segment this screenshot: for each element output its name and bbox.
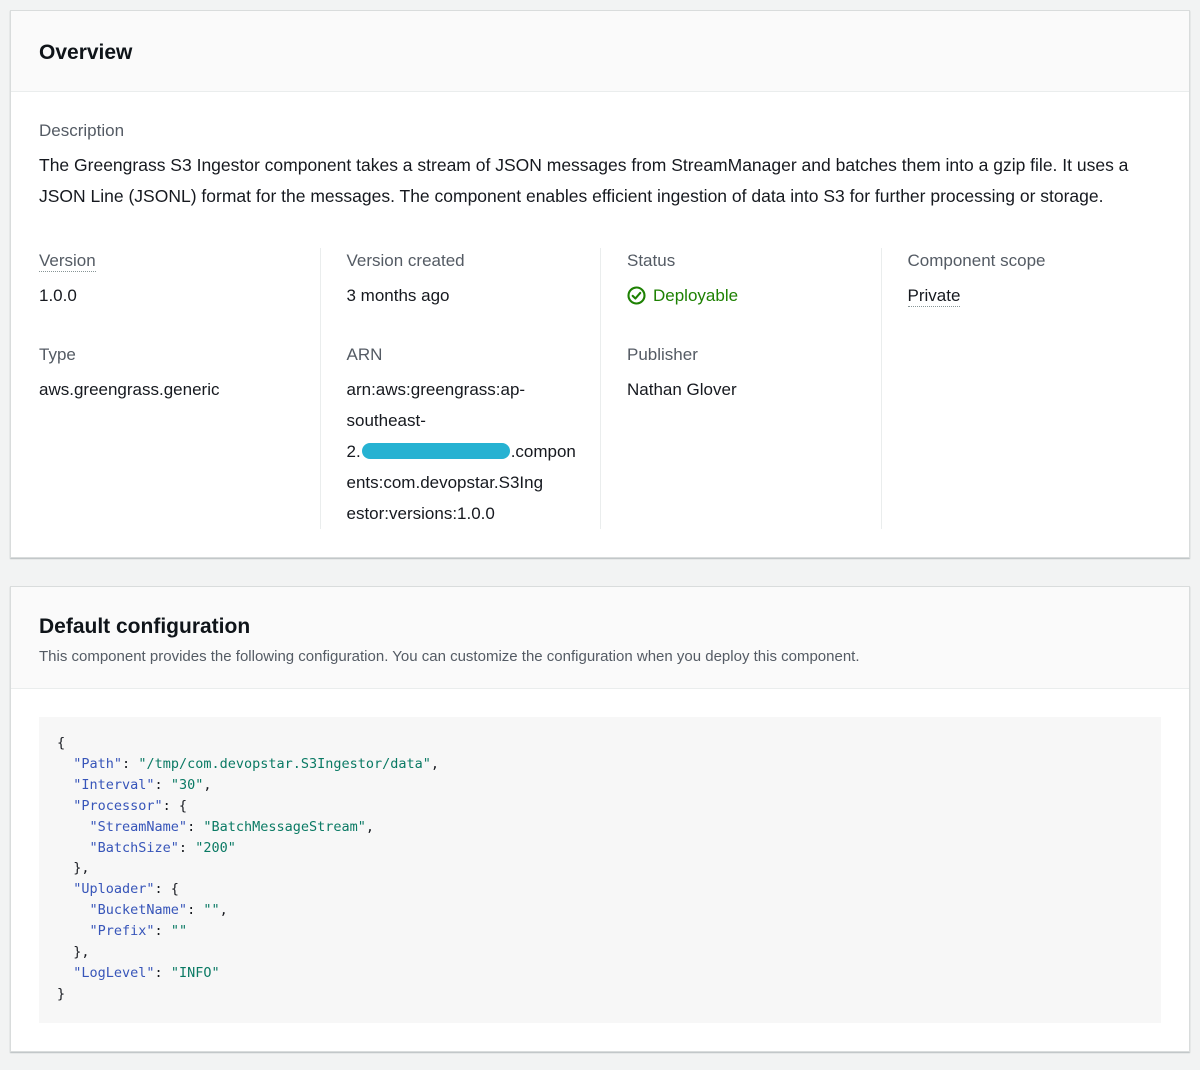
status-label: Status — [627, 248, 857, 274]
description-label: Description — [39, 118, 1161, 144]
default-configuration-card: Default configuration This component pro… — [10, 586, 1190, 1052]
field-publisher: Publisher Nathan Glover — [627, 342, 857, 405]
arn-line: .compon — [511, 442, 576, 461]
arn-label: ARN — [347, 342, 577, 368]
arn-line: 2. — [347, 442, 361, 461]
config-code: { "Path": "/tmp/com.devopstar.S3Ingestor… — [57, 735, 439, 1002]
default-configuration-subtitle: This component provides the following co… — [39, 646, 1161, 667]
overview-title: Overview — [39, 39, 1161, 67]
overview-field-grid: Version 1.0.0 Type aws.greengrass.generi… — [39, 248, 1161, 529]
field-component-scope: Component scope Private — [908, 248, 1138, 342]
field-status: Status Deployable — [627, 248, 857, 342]
arn-line: arn:aws:greengrass:ap- — [347, 380, 526, 399]
publisher-value: Nathan Glover — [627, 374, 857, 405]
arn-value: arn:aws:greengrass:ap- southeast- 2. .com… — [347, 374, 577, 529]
overview-card-body: Description The Greengrass S3 Ingestor c… — [11, 92, 1189, 557]
version-tooltip-trigger[interactable]: Version — [39, 251, 96, 272]
overview-card-header: Overview — [11, 11, 1189, 92]
component-scope-value[interactable]: Private — [908, 280, 1138, 311]
column-2: Version created 3 months ago ARN arn:aws… — [320, 248, 601, 529]
type-value: aws.greengrass.generic — [39, 374, 296, 405]
check-circle-icon — [627, 286, 646, 305]
config-code-block: { "Path": "/tmp/com.devopstar.S3Ingestor… — [39, 717, 1161, 1023]
type-label: Type — [39, 342, 296, 368]
field-version: Version 1.0.0 — [39, 248, 296, 342]
arn-line: ents:com.devopstar.S3Ing — [347, 473, 544, 492]
redacted-account-id-pill — [362, 443, 510, 459]
version-created-label: Version created — [347, 248, 577, 274]
default-configuration-title: Default configuration — [39, 613, 1161, 641]
version-value: 1.0.0 — [39, 280, 296, 311]
default-configuration-header: Default configuration This component pro… — [11, 587, 1189, 689]
arn-line: estor:versions:1.0.0 — [347, 504, 495, 523]
component-scope-label: Component scope — [908, 248, 1138, 274]
column-4: Component scope Private — [881, 248, 1162, 529]
field-type: Type aws.greengrass.generic — [39, 342, 296, 405]
overview-card: Overview Description The Greengrass S3 I… — [10, 10, 1190, 558]
default-configuration-body: { "Path": "/tmp/com.devopstar.S3Ingestor… — [11, 689, 1189, 1051]
version-label[interactable]: Version — [39, 248, 296, 274]
status-badge: Deployable — [627, 280, 857, 311]
status-text: Deployable — [653, 280, 738, 311]
field-version-created: Version created 3 months ago — [347, 248, 577, 342]
field-arn: ARN arn:aws:greengrass:ap- southeast- 2.… — [347, 342, 577, 529]
component-scope-tooltip-trigger[interactable]: Private — [908, 286, 961, 307]
version-created-value: 3 months ago — [347, 280, 577, 311]
column-1: Version 1.0.0 Type aws.greengrass.generi… — [39, 248, 320, 529]
arn-line: southeast- — [347, 411, 426, 430]
description-text: The Greengrass S3 Ingestor component tak… — [39, 150, 1161, 212]
column-3: Status Deployable Publisher Nathan Glo — [600, 248, 881, 529]
publisher-label: Publisher — [627, 342, 857, 368]
